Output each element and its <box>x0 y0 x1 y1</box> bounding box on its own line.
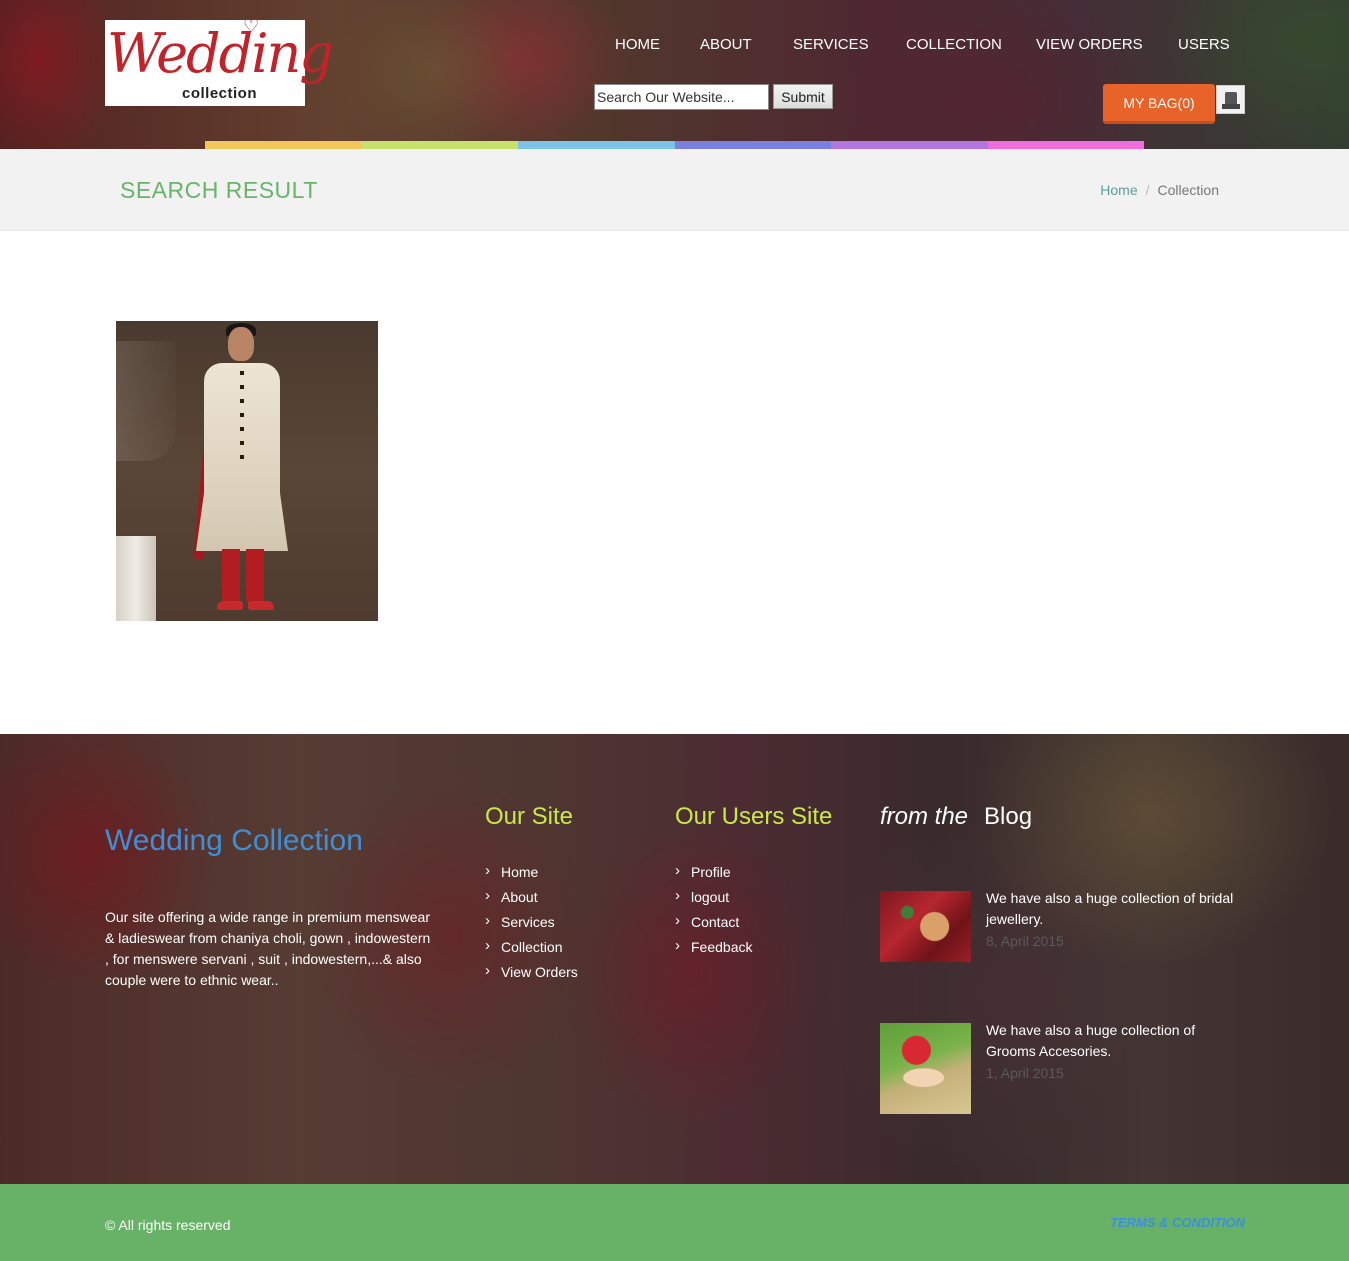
footer-link-profile[interactable]: Profile <box>675 861 752 887</box>
blog-heading-prefix: from the <box>880 803 969 830</box>
site-header: Wedding ♡ collection HOME ABOUT SERVICES… <box>0 0 1349 149</box>
terms-link[interactable]: TERMS & CONDITION <box>1110 1215 1245 1230</box>
color-stripe-segment <box>361 141 518 149</box>
footer-link-collection[interactable]: Collection <box>485 936 578 962</box>
page-title: SEARCH RESULT <box>120 177 318 203</box>
blog-heading-word: Blog <box>984 803 1033 830</box>
footer-blog-heading: from the Blog <box>880 803 1032 831</box>
footer-link-about[interactable]: About <box>485 886 578 912</box>
blog-post-date: 8, April 2015 <box>986 933 1064 949</box>
search-submit-button[interactable]: Submit <box>773 84 833 109</box>
breadcrumb: Home / Collection <box>1100 182 1219 198</box>
color-stripe-segment <box>831 141 988 149</box>
footer-link-home[interactable]: Home <box>485 861 578 887</box>
breadcrumb-current: Collection <box>1157 182 1219 198</box>
blog-thumbnail-bridal-jewellery[interactable] <box>880 891 971 962</box>
logo-heart-icon: ♡ <box>243 16 260 36</box>
footer-our-site-heading: Our Site <box>485 803 574 830</box>
footer-link-logout[interactable]: logout <box>675 886 752 912</box>
footer-link-services[interactable]: Services <box>485 911 578 937</box>
color-stripe-segment <box>987 141 1144 149</box>
footer-link-feedback[interactable]: Feedback <box>675 936 752 962</box>
footer-users-site-heading: Our Users Site <box>675 803 833 830</box>
breadcrumb-separator: / <box>1145 182 1150 198</box>
nav-about[interactable]: ABOUT <box>700 36 752 53</box>
footer-link-view-orders[interactable]: View Orders <box>485 961 578 987</box>
cart-icon[interactable] <box>1216 85 1245 114</box>
color-stripe-segment <box>205 141 362 149</box>
site-logo[interactable]: Wedding ♡ collection <box>105 16 334 106</box>
nav-services[interactable]: SERVICES <box>793 36 869 53</box>
color-stripe-segment <box>674 141 831 149</box>
nav-view-orders[interactable]: VIEW ORDERS <box>1036 36 1143 53</box>
footer-brand-title: Wedding Collection <box>105 824 363 857</box>
breadcrumb-home-link[interactable]: Home <box>1100 182 1137 198</box>
footer-users-site-links: Profile logout Contact Feedback <box>675 861 752 962</box>
blog-thumbnail-groom-accessories[interactable] <box>880 1023 971 1114</box>
bottom-bar: © All rights reserved TERMS & CONDITION <box>0 1184 1349 1261</box>
logo-script-text: Wedding <box>107 22 334 85</box>
copyright-text: © All rights reserved <box>105 1217 231 1233</box>
footer-link-contact[interactable]: Contact <box>675 911 752 937</box>
my-bag-button[interactable]: MY BAG(0) <box>1103 84 1215 124</box>
logo-sub-text: collection <box>182 85 258 102</box>
nav-users[interactable]: USERS <box>1178 36 1230 53</box>
search-input[interactable] <box>594 84 769 110</box>
blog-post-date: 1, April 2015 <box>986 1065 1064 1081</box>
site-footer: Wedding Collection Our site offering a w… <box>0 734 1349 1184</box>
nav-collection[interactable]: COLLECTION <box>906 36 1002 53</box>
footer-our-site-links: Home About Services Collection View Orde… <box>485 861 578 987</box>
nav-home[interactable]: HOME <box>615 36 660 53</box>
product-image-groom-sherwani[interactable] <box>116 321 378 621</box>
footer-about-text: Our site offering a wide range in premiu… <box>105 909 431 988</box>
blog-post-text[interactable]: We have also a huge collection of bridal… <box>986 888 1246 930</box>
page-title-bar: SEARCH RESULT Home / Collection <box>0 149 1349 231</box>
color-stripe <box>205 141 1144 149</box>
color-stripe-segment <box>518 141 675 149</box>
blog-post-text[interactable]: We have also a huge collection of Grooms… <box>986 1020 1246 1062</box>
